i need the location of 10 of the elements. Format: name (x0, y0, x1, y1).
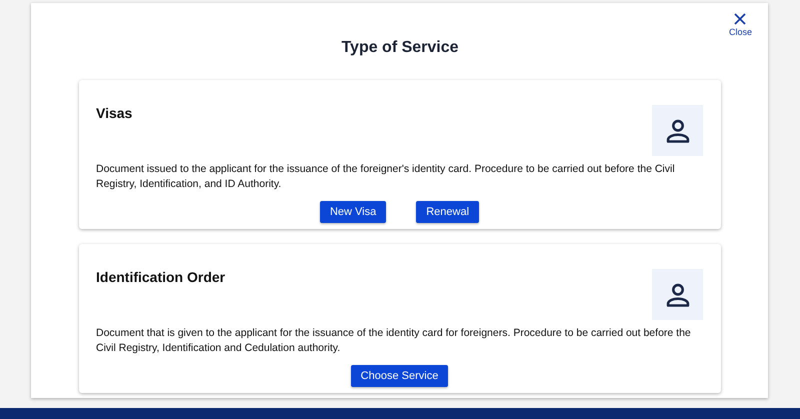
service-description: Document issued to the applicant for the issuance of the foreigner's identity card. Procedure to be carried out before the Civil Registry, Identification, and ID Authority. (96, 162, 676, 192)
service-button[interactable]: New Visa (320, 201, 386, 223)
dialog-title: Type of Service (340, 39, 460, 57)
service-button[interactable]: Choose Service (350, 365, 448, 387)
service-title: Identification Order (96, 269, 226, 285)
service-button[interactable]: Renewal (416, 201, 480, 223)
service-description: Document that is given to the applicant for the issuance of the identity card for foreigners. Procedure to be carried out before the Civil Registry, Identification and Cedulation authority. (96, 326, 692, 356)
close-icon (734, 13, 746, 25)
service-title: Visas (96, 105, 132, 121)
close-button[interactable]: Close (728, 13, 752, 37)
